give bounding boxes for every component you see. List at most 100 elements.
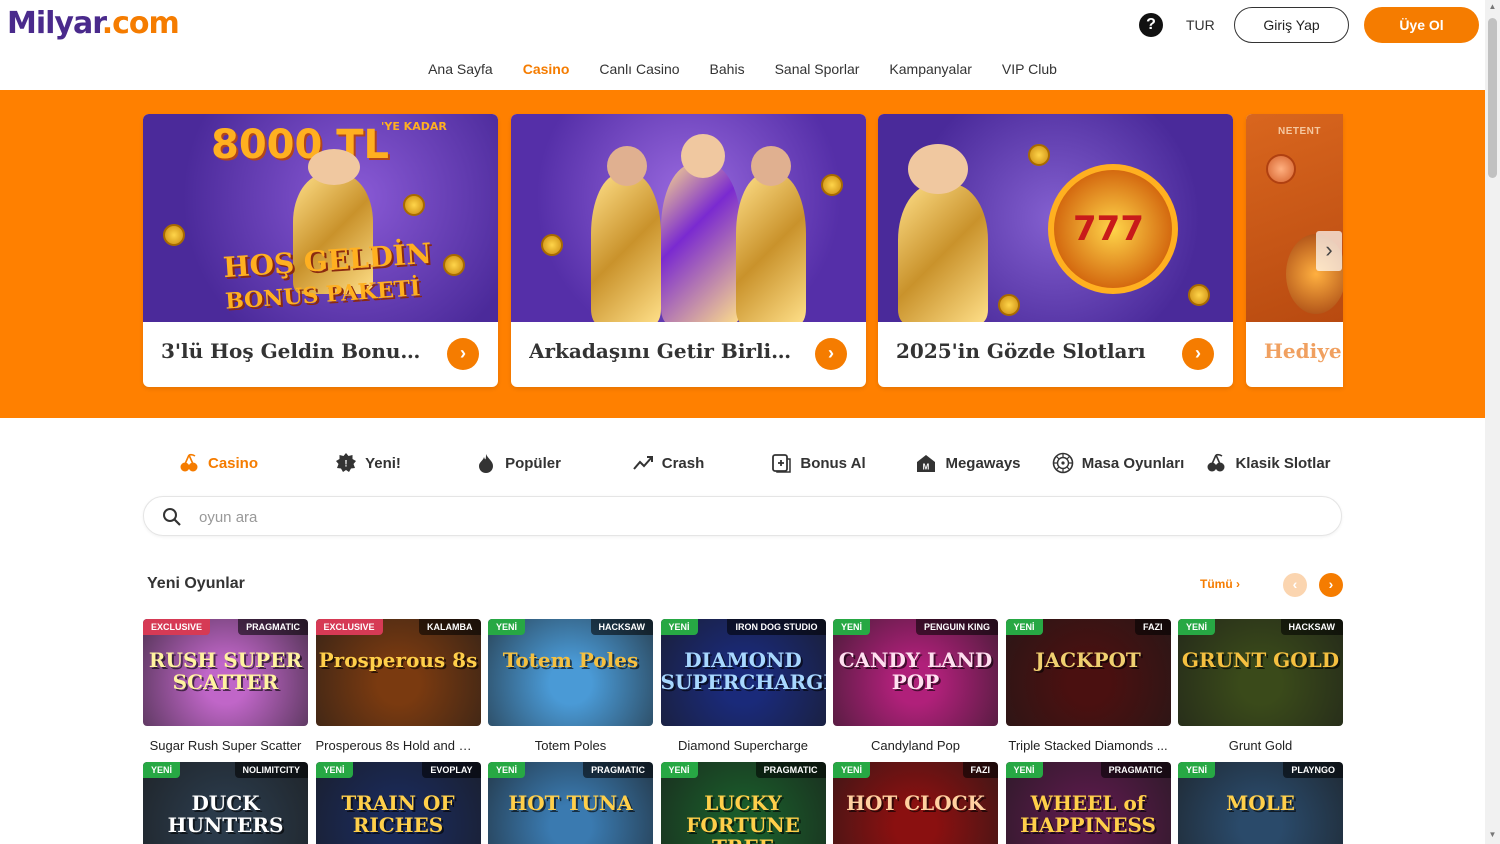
scroll-down-icon[interactable]: ▼ xyxy=(1488,830,1497,840)
game-thumbnail: Prosperous 8s EXCLUSIVE KALAMBA xyxy=(315,619,481,726)
tab-bonus-buy[interactable]: Bonus Al xyxy=(743,446,893,480)
game-card[interactable]: DUCK HUNTERS YENİ NOLIMITCITY xyxy=(143,762,308,844)
promo-title: 3'lü Hoş Geldin Bonusu... xyxy=(161,339,431,363)
classic-slot-icon xyxy=(1205,452,1227,474)
game-name: Candyland Pop xyxy=(871,738,960,753)
nav-item-virtual-sports[interactable]: Sanal Sporlar xyxy=(775,61,860,77)
provider-logo: NETENT xyxy=(1278,126,1321,137)
game-card[interactable]: JACKPOT YENİ FAZI Triple Stacked Diamonds .… xyxy=(1005,619,1171,753)
language-selector[interactable]: TUR xyxy=(1186,17,1215,33)
tab-new[interactable]: ! Yeni! xyxy=(293,446,443,480)
login-button[interactable]: Giriş Yap xyxy=(1234,7,1349,43)
view-all-label: Tümü xyxy=(1200,577,1233,591)
tab-table-games[interactable]: Masa Oyunları xyxy=(1043,446,1193,480)
game-card[interactable]: LUCKY FORTUNE TREE YENİ PRAGMATIC xyxy=(660,762,826,844)
promo-title: 2025'in Gözde Slotları xyxy=(896,339,1146,363)
promo-image: 777 xyxy=(878,114,1233,322)
tab-label: Crash xyxy=(661,454,705,472)
game-badge: YENİ xyxy=(1005,762,1043,778)
tab-label: Yeni! xyxy=(365,454,401,472)
game-thumbnail: JACKPOT YENİ FAZI xyxy=(1005,619,1171,726)
game-logo-art: RUSH SUPER SCATTER xyxy=(148,648,303,694)
logo-text-domain: .com xyxy=(101,6,180,41)
game-provider: KALAMBA xyxy=(419,619,481,635)
game-thumbnail: RUSH SUPER SCATTER EXCLUSIVE PRAGMATIC xyxy=(143,619,308,726)
tab-label: Popüler xyxy=(505,454,561,472)
game-badge: YENİ xyxy=(1178,619,1216,635)
game-card[interactable]: TRAIN OF RICHES YENİ EVOPLAY xyxy=(315,762,481,844)
promo-banner: 8000 TL 'YE KADAR HOŞ GELDİN BONUS PAKET… xyxy=(0,90,1485,418)
tab-casino[interactable]: Casino xyxy=(143,446,293,480)
game-card[interactable]: HOT CLOCK YENİ FAZI xyxy=(833,762,998,844)
tab-label: Casino xyxy=(207,454,258,472)
game-card[interactable]: WHEEL of HAPPINESS YENİ PRAGMATIC xyxy=(1005,762,1171,844)
tab-popular[interactable]: Popüler xyxy=(443,446,593,480)
carousel-next-button[interactable]: › xyxy=(1319,573,1343,597)
game-thumbnail: HOT TUNA YENİ PRAGMATIC xyxy=(488,762,653,844)
tab-crash[interactable]: Crash xyxy=(593,446,743,480)
svg-text:!: ! xyxy=(345,459,348,469)
bonus-buy-icon xyxy=(770,452,792,474)
category-tabs: Casino ! Yeni! Popüler Crash Bonus Al M … xyxy=(143,446,1343,480)
nav-item-casino[interactable]: Casino xyxy=(523,61,570,77)
game-badge: YENİ xyxy=(315,762,353,778)
carousel-prev-button[interactable]: ‹ xyxy=(1283,573,1307,597)
game-name: Prosperous 8s Hold and W... xyxy=(315,738,481,753)
cherries-icon xyxy=(178,452,200,474)
game-name: Sugar Rush Super Scatter xyxy=(149,738,302,753)
game-provider: EVOPLAY xyxy=(422,762,481,778)
game-logo-art: DUCK HUNTERS xyxy=(167,791,284,837)
game-logo-art: WHEEL of HAPPINESS xyxy=(1020,791,1156,837)
game-card[interactable]: MOLE YENİ PLAYNGO xyxy=(1178,762,1343,844)
help-icon[interactable]: ? xyxy=(1139,13,1163,37)
nav-item-live-casino[interactable]: Canlı Casino xyxy=(599,61,679,77)
game-logo-art: HOT CLOCK xyxy=(846,791,985,815)
game-thumbnail: WHEEL of HAPPINESS YENİ PRAGMATIC xyxy=(1005,762,1171,844)
slider-next-button[interactable]: › xyxy=(1316,231,1342,271)
nav-item-campaigns[interactable]: Kampanyalar xyxy=(889,61,972,77)
game-logo-art: CANDY LAND POP xyxy=(838,648,993,694)
game-card[interactable]: DIAMOND SUPERCHARGE YENİ IRON DOG STUDIO Di… xyxy=(660,619,826,753)
game-card[interactable]: RUSH SUPER SCATTER EXCLUSIVE PRAGMATIC Suga… xyxy=(143,619,308,753)
game-card[interactable]: GRUNT GOLD YENİ HACKSAW Grunt Gold xyxy=(1178,619,1343,753)
promo-card-top-slots[interactable]: 777 2025'in Gözde Slotları › xyxy=(878,114,1233,387)
tab-classic-slots[interactable]: Klasik Slotlar xyxy=(1193,446,1343,480)
chevron-right-icon[interactable]: › xyxy=(447,338,479,370)
tab-megaways[interactable]: M Megaways xyxy=(893,446,1043,480)
game-badge: YENİ xyxy=(660,762,698,778)
game-provider: PENGUIN KING xyxy=(915,619,998,635)
promo-card-refer-friend[interactable]: Arkadaşını Getir Birlikte... › xyxy=(511,114,866,387)
logo[interactable]: Milyar.com xyxy=(7,6,180,41)
promo-card-welcome-bonus[interactable]: 8000 TL 'YE KADAR HOŞ GELDİN BONUS PAKET… xyxy=(143,114,498,387)
section-title: Yeni Oyunlar xyxy=(147,575,245,592)
game-thumbnail: DUCK HUNTERS YENİ NOLIMITCITY xyxy=(143,762,308,844)
game-thumbnail: GRUNT GOLD YENİ HACKSAW xyxy=(1178,619,1343,726)
game-thumbnail: DIAMOND SUPERCHARGE YENİ IRON DOG STUDIO xyxy=(660,619,826,726)
nav-item-home[interactable]: Ana Sayfa xyxy=(428,61,493,77)
game-card[interactable]: HOT TUNA YENİ PRAGMATIC xyxy=(488,762,653,844)
nav-item-vip-club[interactable]: VIP Club xyxy=(1002,61,1057,77)
scrollbar-thumb[interactable] xyxy=(1488,18,1497,178)
register-button[interactable]: Üye Ol xyxy=(1364,7,1479,43)
megaways-icon: M xyxy=(915,452,937,474)
promo-art-amount: 8000 TL xyxy=(211,122,390,168)
game-provider: PRAGMATIC xyxy=(755,762,826,778)
chevron-right-icon[interactable]: › xyxy=(1182,338,1214,370)
game-card[interactable]: Totem Poles YENİ HACKSAW Totem Poles xyxy=(488,619,653,753)
game-name: Diamond Supercharge xyxy=(677,738,809,753)
game-provider: FAZI xyxy=(1135,619,1171,635)
view-all-link[interactable]: Tümü › xyxy=(1200,577,1240,591)
search-input[interactable] xyxy=(199,505,1299,529)
game-card[interactable]: Prosperous 8s EXCLUSIVE KALAMBA Prosperous … xyxy=(315,619,481,753)
game-logo-art: DIAMOND SUPERCHARGE xyxy=(660,648,826,694)
game-logo-art: MOLE xyxy=(1226,791,1295,815)
page-scrollbar[interactable]: ▲ ▼ xyxy=(1485,0,1500,844)
tab-label: Megaways xyxy=(945,454,1021,472)
game-card[interactable]: CANDY LAND POP YENİ PENGUIN KING Candyland … xyxy=(833,619,998,753)
chevron-right-icon[interactable]: › xyxy=(815,338,847,370)
search-icon xyxy=(163,508,181,526)
game-logo-art: Prosperous 8s xyxy=(318,648,478,672)
game-provider: NOLIMITCITY xyxy=(234,762,308,778)
nav-item-betting[interactable]: Bahis xyxy=(710,61,745,77)
scroll-up-icon[interactable]: ▲ xyxy=(1488,2,1497,12)
